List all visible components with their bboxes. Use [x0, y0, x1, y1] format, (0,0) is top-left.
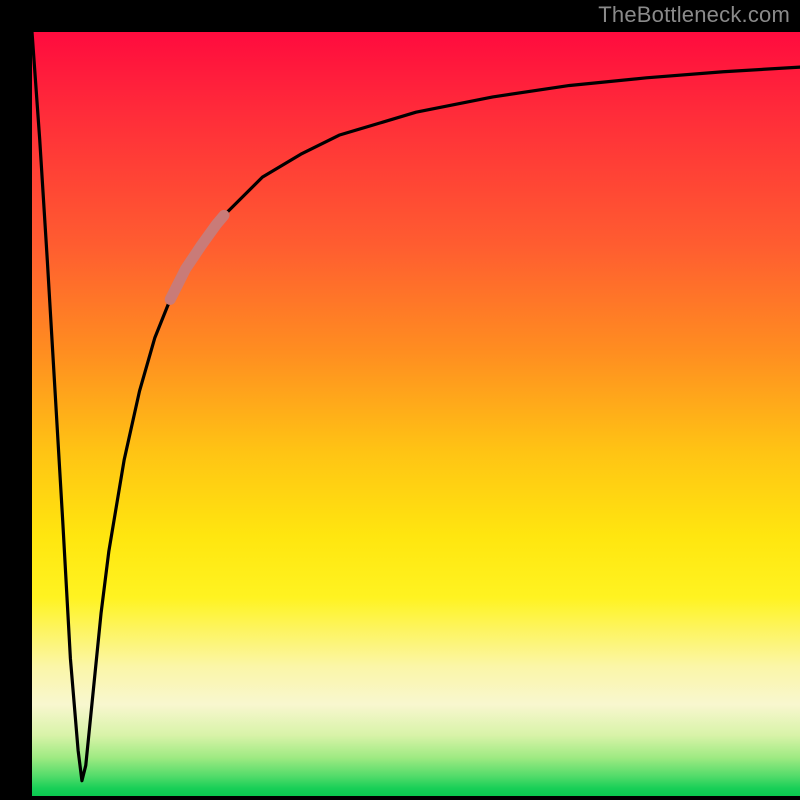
chart-frame: TheBottleneck.com — [0, 0, 800, 800]
highlight-segment — [170, 215, 224, 299]
chart-svg — [32, 32, 800, 796]
watermark-text: TheBottleneck.com — [598, 2, 790, 28]
bottleneck-curve — [32, 32, 800, 781]
